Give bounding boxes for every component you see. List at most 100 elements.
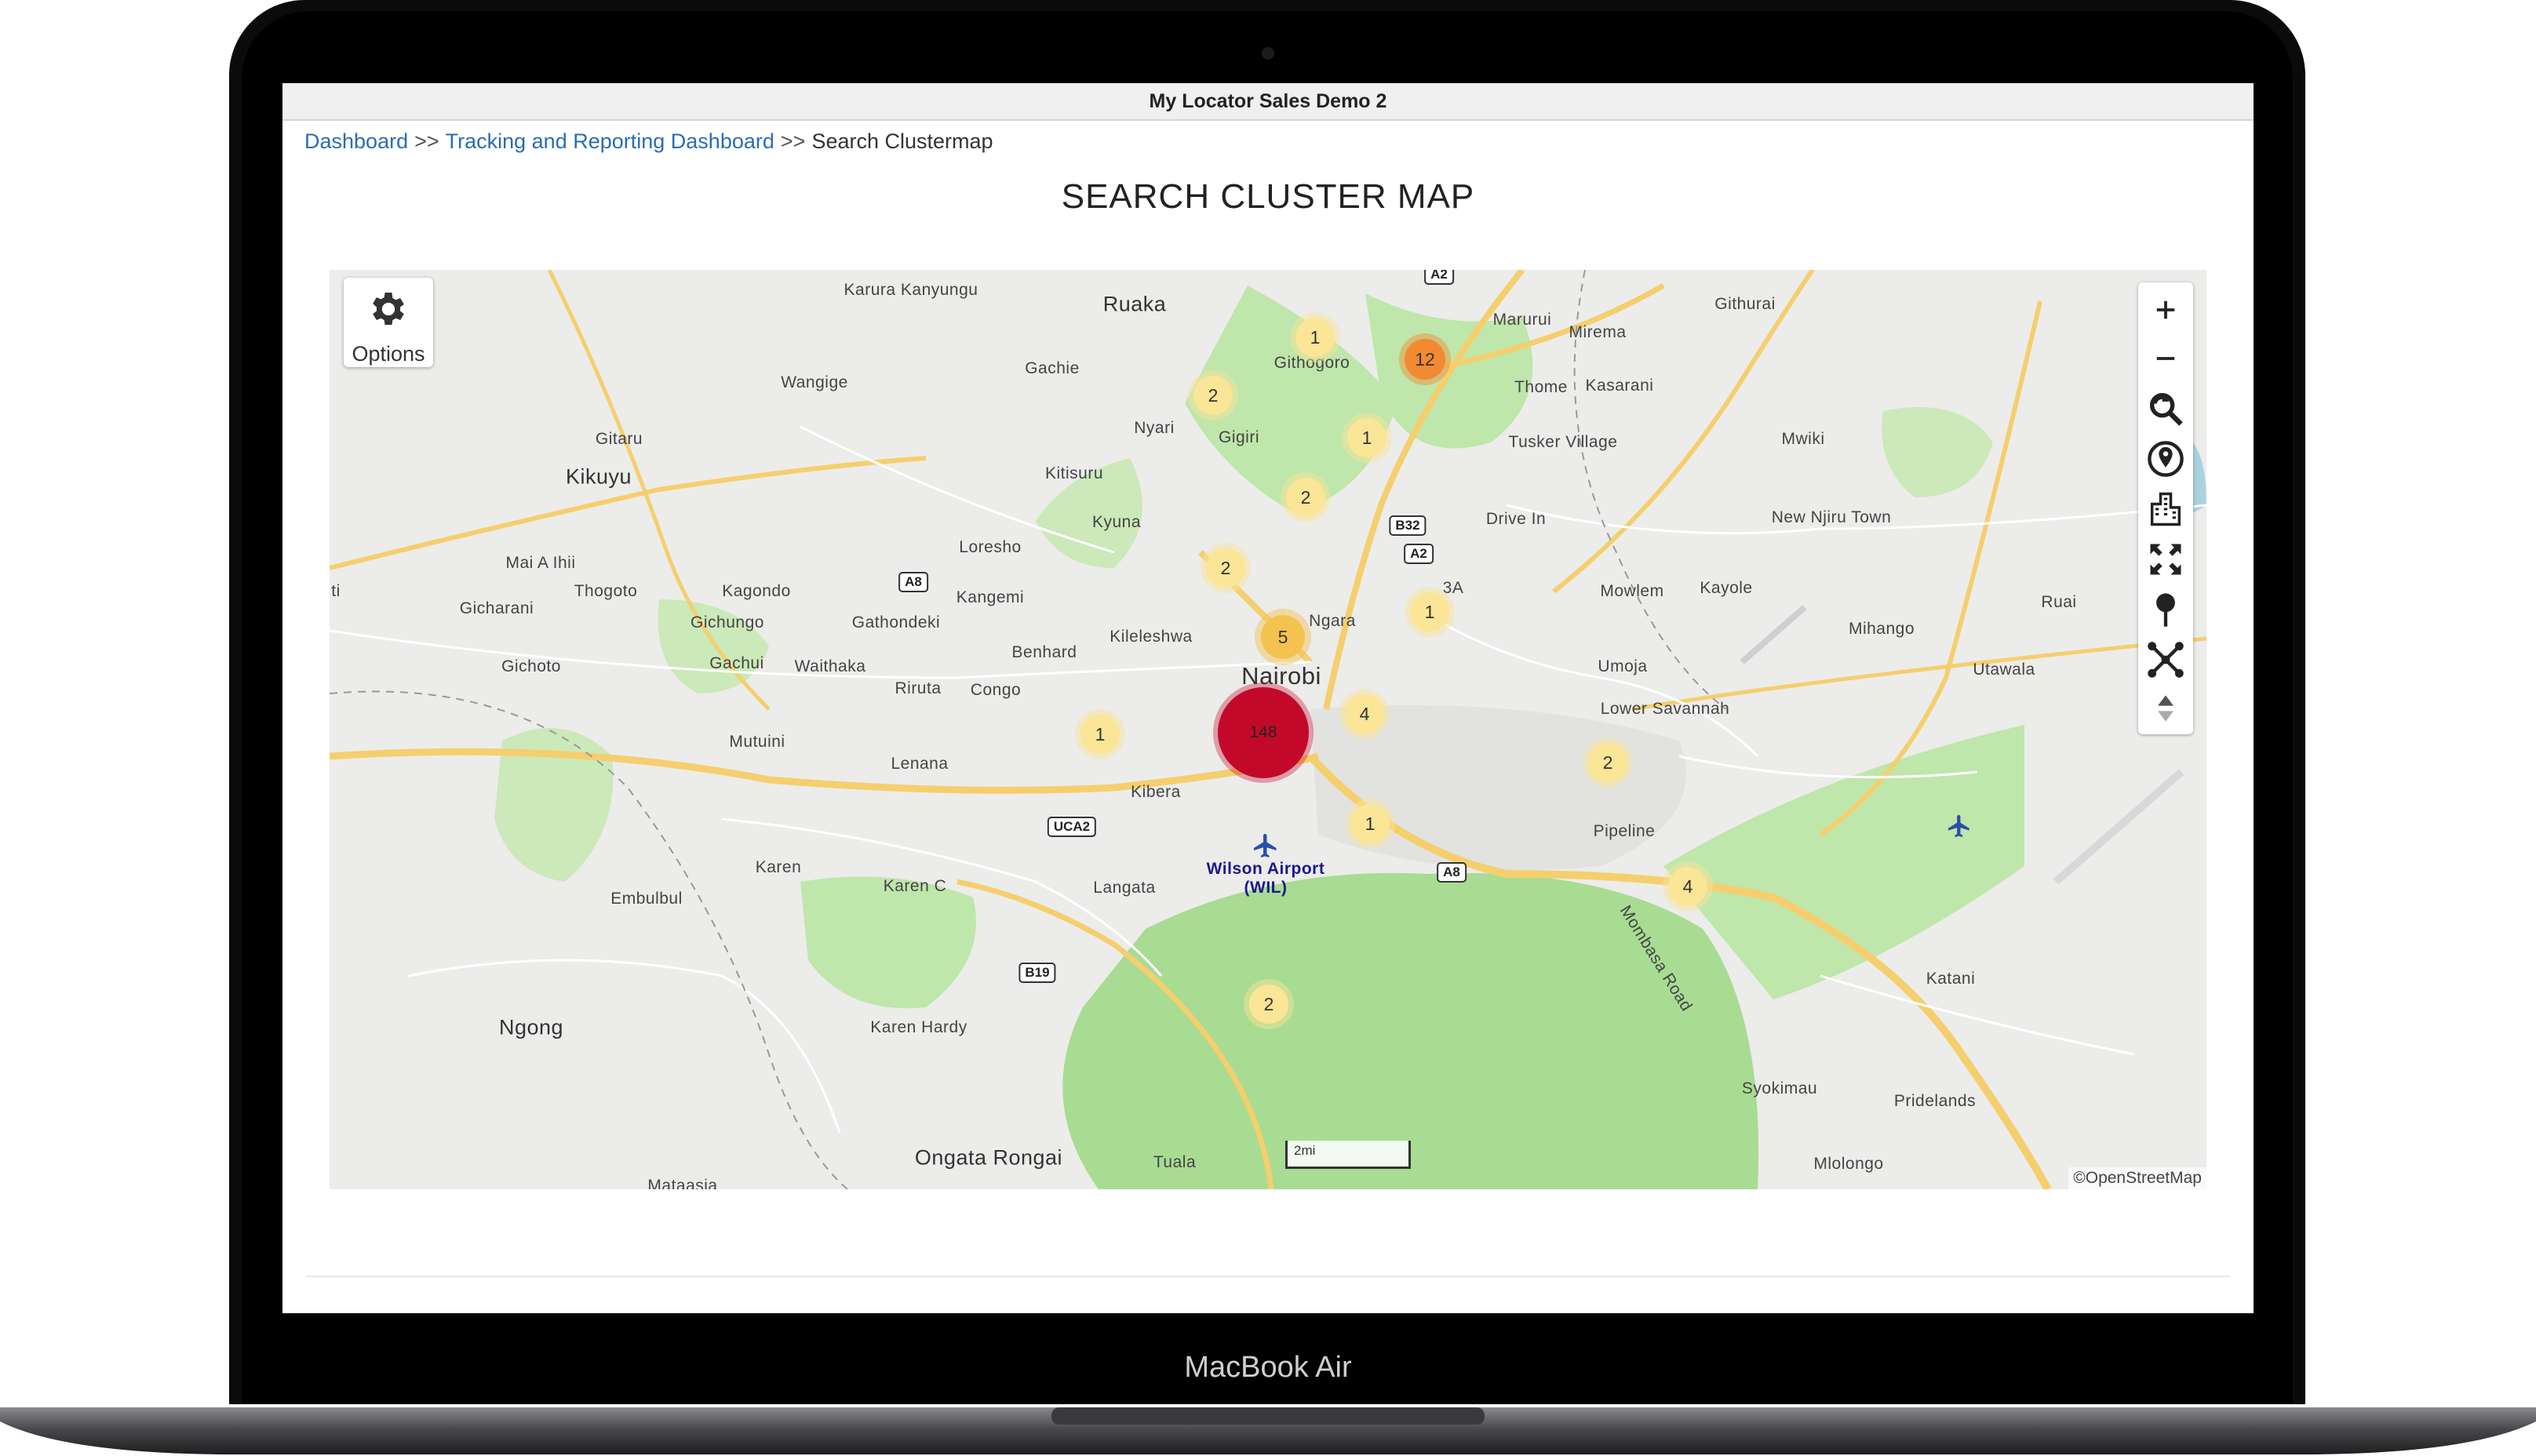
place-label: 3A <box>1442 579 1464 597</box>
place-label: Katani <box>1926 970 1976 988</box>
place-label: Nyari <box>1134 419 1175 437</box>
road-shield: B32 <box>1389 515 1426 536</box>
place-label: Thome <box>1514 378 1568 396</box>
locate-icon <box>2148 441 2184 477</box>
pan-button[interactable] <box>2138 684 2193 733</box>
buildings-button[interactable] <box>2138 485 2193 533</box>
place-label: Gitaru <box>595 430 643 448</box>
place-label: Kangemi <box>956 588 1025 606</box>
place-label: Lenana <box>891 755 949 773</box>
app-screen: My Locator Sales Demo 2 Dashboard >> Track… <box>282 83 2254 1313</box>
place-label: Kyuna <box>1091 513 1142 531</box>
place-label: Lower Savannah <box>1600 700 1730 718</box>
camera-icon <box>1262 47 1274 60</box>
place-label: New Njiru Town <box>1771 508 1892 526</box>
road-shield: A2 <box>1404 544 1434 564</box>
page-title: SEARCH CLUSTER MAP <box>1061 177 1475 216</box>
place-label: Congo <box>970 681 1022 699</box>
runway <box>1740 604 1807 665</box>
runway <box>2053 769 2184 885</box>
place-label: Gachui <box>709 654 764 672</box>
cluster-marker[interactable]: 1 <box>1410 592 1449 632</box>
place-label: Kileleshwa <box>1110 628 1193 646</box>
laptop-base <box>0 1407 2536 1454</box>
place-label: Kibera <box>1131 783 1181 801</box>
place-label: Gathondeki <box>851 613 941 632</box>
place-label: Ruaka <box>1102 292 1167 316</box>
airplane-icon <box>1254 834 1277 857</box>
place-label: Langata <box>1093 879 1156 897</box>
road-shield: UCA2 <box>1047 817 1097 837</box>
cluster-marker[interactable]: 2 <box>1206 548 1245 588</box>
place-label: Mirema <box>1569 323 1627 341</box>
cluster-marker[interactable]: 4 <box>1345 694 1384 733</box>
road-shield: B19 <box>1018 963 1056 983</box>
place-label: Gichoto <box>501 657 561 675</box>
options-label: Options <box>352 342 425 366</box>
place-label: Drive In <box>1485 510 1547 528</box>
place-label: Benhard <box>1011 643 1077 661</box>
cluster-marker[interactable]: 4 <box>1668 867 1707 906</box>
park-area <box>1882 407 1993 497</box>
place-label: Mwiki <box>1781 430 1825 448</box>
place-label: Karen Hardy <box>870 1018 967 1036</box>
cluster-map[interactable]: Karura Kanyungu Ruaka Gachie Githogoro W… <box>330 270 2206 1189</box>
locate-button[interactable] <box>2138 435 2193 483</box>
place-label: Karen C <box>883 877 947 895</box>
place-label: Embulbul <box>610 890 683 908</box>
fullscreen-button[interactable] <box>2138 535 2193 584</box>
breadcrumb-tracking-link[interactable]: Tracking and Reporting Dashboard <box>446 129 774 153</box>
place-label: Kayole <box>1700 579 1753 597</box>
place-label: Mataasia <box>647 1177 718 1189</box>
window-title: My Locator Sales Demo 2 <box>282 83 2254 121</box>
options-button[interactable]: Options <box>344 278 433 367</box>
cluster-marker[interactable]: 2 <box>1286 478 1325 517</box>
marker-icon <box>2156 593 2175 627</box>
cluster-marker[interactable]: 2 <box>1249 985 1288 1024</box>
place-label: Syokimau <box>1741 1079 1818 1097</box>
major-road <box>1631 636 2206 712</box>
marker-button[interactable] <box>2138 585 2193 634</box>
breadcrumb-separator: >> <box>780 129 806 153</box>
place-label: Mihango <box>1848 620 1915 638</box>
place-label: Kitisuru <box>1044 464 1104 482</box>
cluster-marker[interactable]: 5 <box>1261 615 1305 659</box>
cluster-marker[interactable]: 2 <box>1588 743 1627 782</box>
place-label: Utawala <box>1973 661 2035 679</box>
zoom-out-button[interactable] <box>2138 334 2193 383</box>
zoom-out-icon <box>2156 357 2175 360</box>
place-label: Gigiri <box>1218 428 1260 446</box>
cluster-marker[interactable]: 12 <box>1405 339 1445 380</box>
place-label: Ngong <box>498 1015 564 1039</box>
zoom-in-button[interactable] <box>2138 286 2193 334</box>
place-label: Umoja <box>1598 657 1648 675</box>
network-button[interactable] <box>2138 635 2193 684</box>
fullscreen-icon <box>2150 544 2181 575</box>
place-label: Thogoto <box>574 582 638 600</box>
place-label: Gicharani <box>459 599 534 617</box>
airplane-icon <box>1948 814 1969 838</box>
buildings-icon <box>2150 492 2181 526</box>
breadcrumb-dashboard-link[interactable]: Dashboard <box>304 129 408 153</box>
search-zoom-icon <box>2149 392 2183 426</box>
place-label: Mlolongo <box>1813 1155 1884 1173</box>
cluster-marker[interactable]: 1 <box>1347 418 1386 457</box>
minor-road <box>407 959 841 1134</box>
laptop-brand-label: MacBook Air <box>1184 1351 1352 1384</box>
cluster-marker[interactable]: 148 <box>1218 687 1309 778</box>
cluster-marker[interactable]: 1 <box>1350 804 1390 843</box>
place-label: Karen <box>755 858 802 876</box>
place-label: Githurai <box>1714 295 1776 313</box>
cluster-marker[interactable]: 1 <box>1080 715 1120 754</box>
place-label: Waithaka <box>794 657 866 675</box>
cluster-marker[interactable]: 2 <box>1193 376 1233 415</box>
gear-icon <box>373 293 404 326</box>
place-label: Tuala <box>1153 1153 1197 1171</box>
map-attribution[interactable]: ©OpenStreetMap <box>2068 1167 2206 1189</box>
road-shield: A2 <box>1424 270 1454 285</box>
road-shield: A8 <box>1437 862 1467 883</box>
search-zoom-button[interactable] <box>2138 384 2193 433</box>
cluster-marker[interactable]: 1 <box>1295 318 1335 357</box>
divider <box>306 1276 2230 1277</box>
airport-label: Wilson Airport (WIL) <box>1206 860 1325 897</box>
